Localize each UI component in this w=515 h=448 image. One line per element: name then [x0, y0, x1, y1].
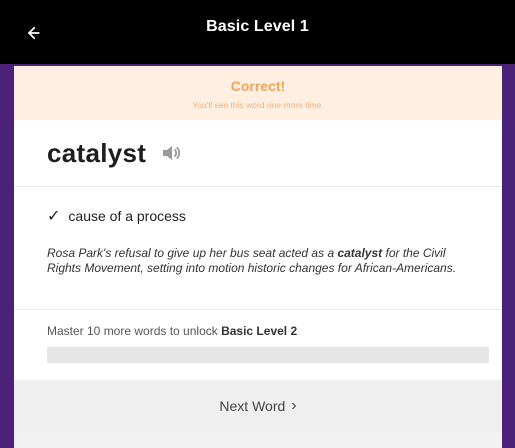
example-highlight: catalyst [337, 246, 383, 260]
right-frame [502, 64, 515, 448]
example-before: Rosa Park's refusal to give up her bus s… [47, 246, 338, 260]
unlock-message-prefix: Master 10 more words to unlock [47, 324, 222, 338]
speaker-icon[interactable] [158, 141, 182, 165]
example-sentence: Rosa Park's refusal to give up her bus s… [47, 246, 467, 276]
chevron-right-icon: › [291, 397, 297, 414]
check-icon: ✓ [47, 208, 61, 225]
left-frame [0, 64, 14, 448]
next-word-label: Next Word [219, 398, 286, 414]
page-title: Basic Level 1 [206, 18, 309, 35]
correct-title: Correct! [230, 78, 286, 94]
definition: ✓ cause of a process [47, 206, 477, 226]
vocabulary-word: catalyst [47, 137, 147, 168]
unlock-level: Basic Level 2 [221, 324, 298, 338]
progress-bar [47, 347, 489, 363]
level-progress: Master 10 more words to unlock Basic Lev… [14, 309, 502, 364]
word-card: Correct! You'll see this word one more t… [14, 66, 502, 432]
next-word-button[interactable]: Next Word › [14, 380, 502, 432]
correct-banner: Correct! You'll see this word one more t… [14, 66, 502, 120]
word-header: catalyst [14, 120, 502, 187]
repeat-message: You'll see this word one more time. [192, 100, 324, 110]
definition-text: cause of a process [68, 208, 186, 224]
unlock-message: Master 10 more words to unlock Basic Lev… [47, 324, 297, 338]
top-header: Basic Level 1 [0, 0, 515, 64]
vocabulary-app: Basic Level 1 Correct! You'll see this w… [0, 0, 515, 448]
